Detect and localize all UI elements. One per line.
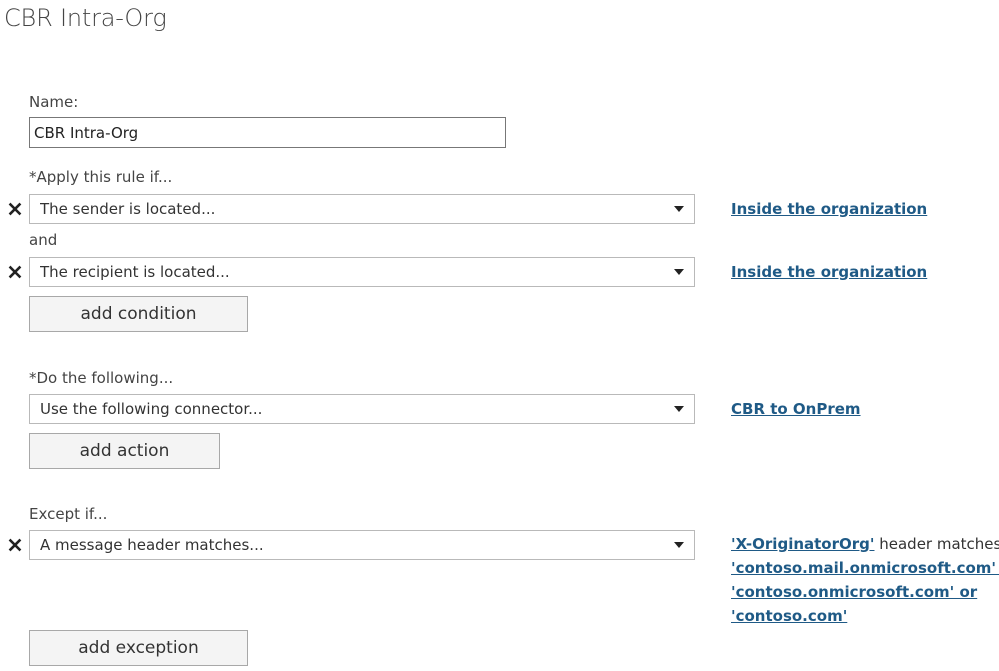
chevron-down-icon: [674, 206, 684, 212]
exception-1-value: 'X-OriginatorOrg' header matches 'contos…: [731, 532, 999, 628]
chevron-down-icon: [674, 269, 684, 275]
add-exception-button[interactable]: add exception: [29, 630, 248, 666]
header-matches-text: header matches: [874, 535, 999, 553]
action-1-dropdown[interactable]: Use the following connector...: [29, 394, 695, 424]
condition-2-dropdown[interactable]: The recipient is located...: [29, 257, 695, 287]
conditions-label: *Apply this rule if...: [29, 168, 173, 186]
actions-label: *Do the following...: [29, 369, 174, 387]
conjunction-label: and: [29, 231, 58, 249]
exception-1-dropdown-text: A message header matches...: [40, 536, 264, 554]
exception-1-dropdown[interactable]: A message header matches...: [29, 530, 695, 560]
chevron-down-icon: [674, 542, 684, 548]
remove-exception-1-icon[interactable]: [8, 538, 22, 552]
header-value-link-2[interactable]: 'contoso.onmicrosoft.com' or: [731, 583, 977, 601]
condition-2-value-link[interactable]: Inside the organization: [731, 263, 927, 281]
condition-1-dropdown-text: The sender is located...: [40, 200, 216, 218]
condition-1-value-link[interactable]: Inside the organization: [731, 200, 927, 218]
remove-condition-2-icon[interactable]: [8, 265, 22, 279]
exception-1-header-line: 'X-OriginatorOrg' header matches: [731, 532, 999, 556]
page-title: CBR Intra-Org: [4, 4, 167, 32]
add-action-button[interactable]: add action: [29, 433, 220, 469]
action-1-value-link[interactable]: CBR to OnPrem: [731, 400, 861, 418]
name-input[interactable]: [29, 117, 506, 148]
remove-condition-1-icon[interactable]: [8, 202, 22, 216]
condition-2-dropdown-text: The recipient is located...: [40, 263, 230, 281]
chevron-down-icon: [674, 406, 684, 412]
condition-1-dropdown[interactable]: The sender is located...: [29, 194, 695, 224]
action-1-dropdown-text: Use the following connector...: [40, 400, 263, 418]
header-name-link[interactable]: 'X-OriginatorOrg': [731, 535, 874, 553]
header-value-link-1[interactable]: 'contoso.mail.onmicrosoft.com' or: [731, 559, 999, 577]
header-value-link-3[interactable]: 'contoso.com': [731, 607, 847, 625]
exceptions-label: Except if...: [29, 505, 108, 523]
rule-editor: CBR Intra-Org Name: *Apply this rule if.…: [0, 0, 999, 671]
add-condition-button[interactable]: add condition: [29, 296, 248, 332]
name-label: Name:: [29, 93, 79, 111]
